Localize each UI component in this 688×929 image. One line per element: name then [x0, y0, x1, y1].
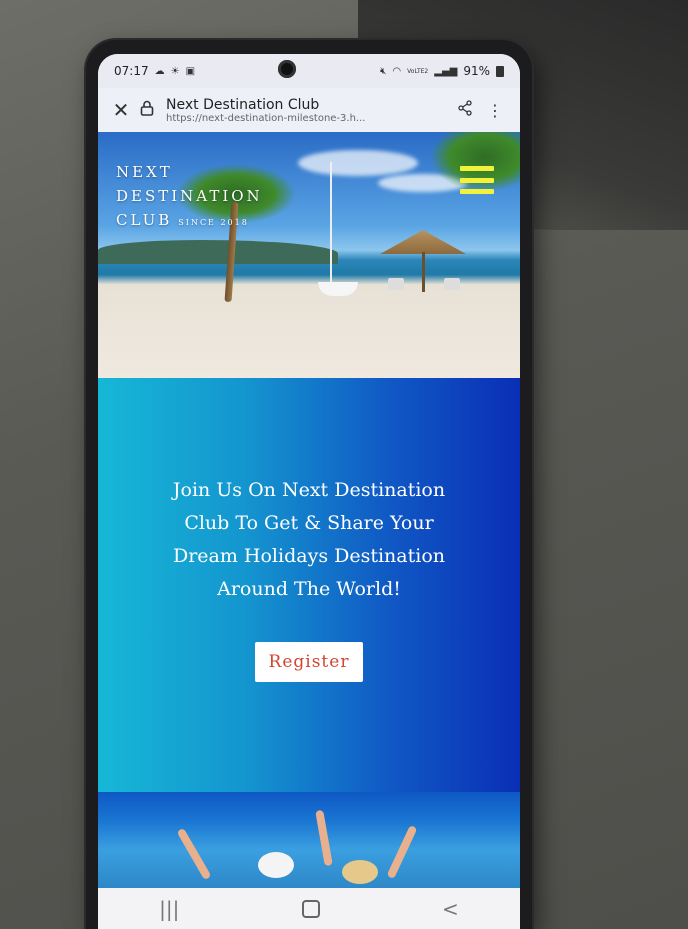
signal-icon: ▂▄▆ [434, 65, 458, 77]
beach-chair [388, 278, 404, 290]
cloud-icon: ☁ [154, 65, 165, 77]
battery-icon [496, 65, 504, 77]
raised-arm [315, 809, 333, 867]
recents-icon[interactable]: ||| [159, 897, 179, 921]
page-title: Next Destination Club [166, 96, 320, 113]
boat-hull [318, 282, 358, 296]
brand-line-1: NEXT [116, 163, 173, 181]
cloud-shape [298, 150, 418, 176]
battery-percent: 91% [463, 64, 490, 78]
hamburger-bar [460, 189, 494, 194]
hamburger-bar [460, 177, 494, 183]
front-camera [278, 60, 296, 78]
share-icon[interactable] [450, 100, 480, 120]
white-hat [258, 852, 294, 878]
status-right: 🔇︎ ◠ VoLTE2 ▂▄▆ 91% [380, 64, 504, 78]
android-nav-bar: ||| < [98, 888, 520, 929]
beach-umbrella [380, 230, 466, 254]
hamburger-bar [460, 166, 494, 171]
status-left: 07:17 ☁ ☀ ▣ [114, 64, 195, 78]
cta-heading: Join Us On Next Destination Club To Get … [172, 479, 446, 600]
phone-screen: 07:17 ☁ ☀ ▣ 🔇︎ ◠ VoLTE2 ▂▄▆ 91% ✕ Next D… [98, 54, 520, 929]
site-logo[interactable]: NEXT DESTINATION CLUB SINCE 2018 [116, 160, 263, 235]
wifi-icon: ◠ [392, 65, 402, 77]
back-icon[interactable]: < [442, 897, 459, 921]
mute-icon: 🔇︎ [380, 65, 387, 77]
distant-hills [98, 240, 338, 264]
home-icon[interactable] [301, 899, 320, 918]
brand-since: SINCE 2018 [178, 218, 249, 227]
sun-icon: ☀ [170, 65, 180, 77]
more-vert-icon[interactable]: ⋮ [480, 101, 510, 120]
status-bar: 07:17 ☁ ☀ ▣ 🔇︎ ◠ VoLTE2 ▂▄▆ 91% [98, 54, 520, 88]
bottom-image-travelers [98, 792, 520, 888]
phone-device: 07:17 ☁ ☀ ▣ 🔇︎ ◠ VoLTE2 ▂▄▆ 91% ✕ Next D… [86, 40, 532, 929]
page-url: https://next-destination-milestone-3.h..… [166, 112, 366, 124]
raised-arm [386, 824, 418, 880]
address-bar[interactable]: Next Destination Club https://next-desti… [166, 97, 450, 124]
umbrella-pole [422, 252, 425, 292]
hamburger-icon[interactable] [460, 166, 494, 194]
lock-icon[interactable] [134, 100, 160, 120]
close-icon[interactable]: ✕ [108, 98, 134, 122]
raised-arm [176, 827, 212, 881]
cta-section: Join Us On Next Destination Club To Get … [98, 378, 520, 792]
brand-line-3: CLUB SINCE 2018 [116, 208, 263, 235]
register-button[interactable]: Register [254, 642, 364, 682]
hero-banner: NEXT DESTINATION CLUB SINCE 2018 [98, 132, 520, 378]
boat-mast [330, 162, 332, 288]
browser-toolbar: ✕ Next Destination Club https://next-des… [98, 88, 520, 132]
straw-hat [342, 860, 378, 884]
brand-club: CLUB [116, 211, 173, 229]
network-label: VoLTE2 [407, 67, 429, 75]
photo-icon: ▣ [185, 65, 196, 77]
brand-line-2: DESTINATION [116, 187, 263, 205]
beach-chair [444, 278, 460, 290]
status-time: 07:17 [114, 64, 149, 78]
